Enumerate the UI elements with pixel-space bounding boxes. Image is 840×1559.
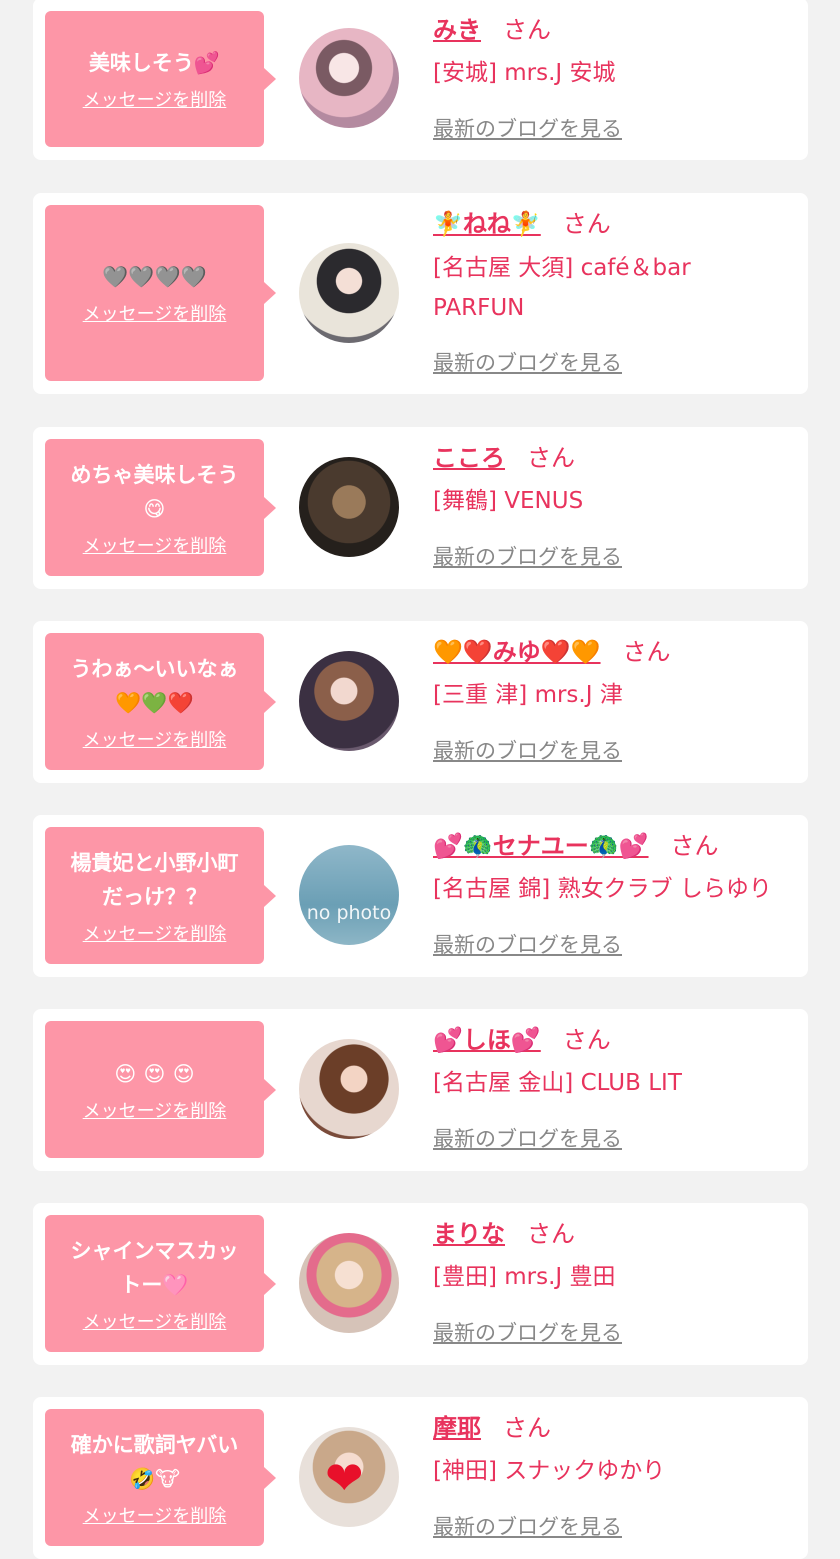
favorites-page: { "entries": [ { "message": "美味しそう💕", "d…: [0, 0, 840, 1559]
message-bubble: うわぁ〜いいなぁ 🧡💚❤️ メッセージを削除: [45, 633, 276, 770]
name-line: 🧚ねね🧚 さん: [433, 209, 611, 239]
message-text: 楊貴妃と小野小町 だっけ？？: [70, 850, 239, 909]
girl-name-link[interactable]: 💕しほ💕: [433, 1026, 541, 1054]
girl-name-link[interactable]: 🧡❤️みゆ❤️🧡: [433, 638, 601, 666]
honorific: さん: [670, 832, 719, 860]
name-line: みき さん: [433, 15, 551, 45]
latest-blog-link[interactable]: 最新のブログを見る: [433, 1513, 622, 1541]
honorific: さん: [622, 638, 671, 666]
message-bubble: 美味しそう💕 メッセージを削除: [45, 11, 276, 147]
name-line: 💕しほ💕 さん: [433, 1025, 611, 1055]
shop-info: [名古屋 錦] 熟女クラブ しらゆり: [433, 876, 772, 902]
favorite-card: うわぁ〜いいなぁ 🧡💚❤️ メッセージを削除 🧡❤️みゆ❤️🧡 さん [三重 津]…: [33, 621, 808, 783]
honorific: さん: [503, 16, 551, 44]
delete-message-link[interactable]: メッセージを削除: [83, 532, 227, 558]
message-bubble: シャインマスカッ トー🩷 メッセージを削除: [45, 1215, 276, 1352]
shop-info: [神田] スナックゆかり: [433, 1458, 666, 1484]
delete-message-link[interactable]: メッセージを削除: [83, 1308, 227, 1334]
honorific: さん: [562, 1026, 611, 1054]
message-text: 美味しそう💕: [88, 51, 221, 75]
latest-blog-link[interactable]: 最新のブログを見る: [433, 543, 622, 571]
shop-info: [豊田] mrs.J 豊田: [433, 1264, 616, 1290]
name-line: 摩耶 さん: [433, 1413, 551, 1443]
girl-name-link[interactable]: 💕🦚セナユー🦚💕: [433, 832, 649, 860]
message-bubble: 🩶🩶🩶🩶 メッセージを削除: [45, 205, 276, 381]
latest-blog-link[interactable]: 最新のブログを見る: [433, 1125, 622, 1153]
no-photo-label: no photo: [306, 902, 392, 924]
name-line: 💕🦚セナユー🦚💕 さん: [433, 831, 719, 861]
avatar[interactable]: [299, 457, 399, 557]
favorite-card: めちゃ美味しそう 😋 メッセージを削除 こころ さん [舞鶴] VENUS 最新の…: [33, 427, 808, 589]
heart-sticker-icon: ❤: [325, 1451, 364, 1505]
delete-message-link[interactable]: メッセージを削除: [83, 300, 227, 326]
honorific: さん: [503, 1414, 551, 1442]
shop-info: [舞鶴] VENUS: [433, 488, 584, 514]
avatar[interactable]: [299, 1039, 399, 1139]
message-bubble: 楊貴妃と小野小町 だっけ？？ メッセージを削除: [45, 827, 276, 964]
message-text: 😍 😍 😍: [114, 1061, 195, 1086]
latest-blog-link[interactable]: 最新のブログを見る: [433, 1319, 622, 1347]
delete-message-link[interactable]: メッセージを削除: [83, 1502, 227, 1528]
name-line: 🧡❤️みゆ❤️🧡 さん: [433, 637, 671, 667]
avatar[interactable]: no photo: [299, 845, 399, 945]
name-line: こころ さん: [433, 443, 575, 473]
avatar[interactable]: [299, 243, 399, 343]
girl-name-link[interactable]: 🧚ねね🧚: [433, 210, 541, 238]
honorific: さん: [527, 1220, 575, 1248]
shop-info: [三重 津] mrs.J 津: [433, 682, 623, 708]
favorite-card: 😍 😍 😍 メッセージを削除 💕しほ💕 さん [名古屋 金山] CLUB LIT …: [33, 1009, 808, 1171]
avatar[interactable]: [299, 651, 399, 751]
avatar[interactable]: [299, 1233, 399, 1333]
favorite-card: 確かに歌詞ヤバい 🤣🐮 メッセージを削除 ❤ 摩耶 さん [神田] スナックゆかり…: [33, 1397, 808, 1559]
girl-name-link[interactable]: こころ: [433, 444, 505, 472]
delete-message-link[interactable]: メッセージを削除: [83, 86, 227, 112]
avatar[interactable]: [299, 28, 399, 128]
favorite-card: シャインマスカッ トー🩷 メッセージを削除 まりな さん [豊田] mrs.J 豊…: [33, 1203, 808, 1365]
message-bubble: 確かに歌詞ヤバい 🤣🐮 メッセージを削除: [45, 1409, 276, 1546]
honorific: さん: [562, 210, 611, 238]
shop-info: [安城] mrs.J 安城: [433, 60, 616, 86]
name-line: まりな さん: [433, 1219, 575, 1249]
favorite-card: 美味しそう💕 メッセージを削除 みき さん [安城] mrs.J 安城 最新のブロ…: [33, 0, 808, 160]
honorific: さん: [527, 444, 575, 472]
girl-name-link[interactable]: まりな: [433, 1220, 505, 1248]
avatar[interactable]: ❤: [299, 1427, 399, 1527]
message-text: めちゃ美味しそう 😋: [70, 462, 239, 521]
girl-name-link[interactable]: 摩耶: [433, 1414, 481, 1442]
latest-blog-link[interactable]: 最新のブログを見る: [433, 737, 622, 765]
delete-message-link[interactable]: メッセージを削除: [83, 726, 227, 752]
latest-blog-link[interactable]: 最新のブログを見る: [433, 349, 622, 377]
message-text: シャインマスカッ トー🩷: [70, 1238, 239, 1297]
girl-name-link[interactable]: みき: [433, 16, 481, 44]
message-bubble: めちゃ美味しそう 😋 メッセージを削除: [45, 439, 276, 576]
delete-message-link[interactable]: メッセージを削除: [83, 1097, 227, 1123]
message-text: うわぁ〜いいなぁ 🧡💚❤️: [70, 656, 239, 715]
latest-blog-link[interactable]: 最新のブログを見る: [433, 115, 622, 143]
latest-blog-link[interactable]: 最新のブログを見る: [433, 931, 622, 959]
message-text: 🩶🩶🩶🩶: [102, 265, 207, 289]
message-text: 確かに歌詞ヤバい 🤣🐮: [70, 1432, 239, 1491]
shop-info: [名古屋 金山] CLUB LIT: [433, 1070, 682, 1096]
message-bubble: 😍 😍 😍 メッセージを削除: [45, 1021, 276, 1158]
delete-message-link[interactable]: メッセージを削除: [83, 920, 227, 946]
favorite-card: 楊貴妃と小野小町 だっけ？？ メッセージを削除 no photo 💕🦚セナユー🦚…: [33, 815, 808, 977]
shop-info: [名古屋 大須] café＆bar PARFUN: [433, 255, 691, 321]
favorite-card: 🩶🩶🩶🩶 メッセージを削除 🧚ねね🧚 さん [名古屋 大須] café＆bar P…: [33, 193, 808, 394]
